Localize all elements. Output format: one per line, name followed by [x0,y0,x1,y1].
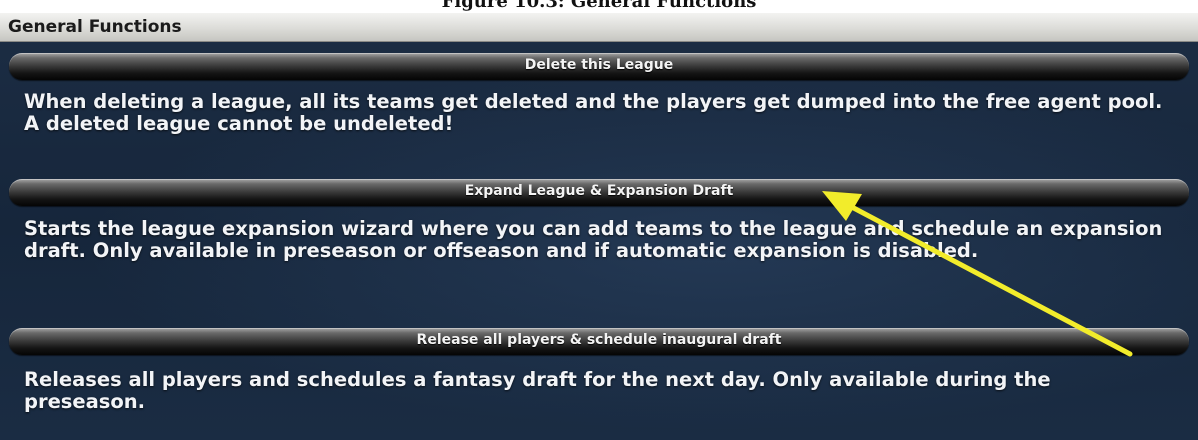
panel-title: General Functions [8,17,182,37]
expand-league-description: Starts the league expansion wizard where… [24,217,1163,262]
figure-caption-strip: Figure 10.3: General Functions [0,0,1198,13]
expand-league-button-label: Expand League & Expansion Draft [464,183,734,199]
delete-league-button-label: Delete this League [524,57,674,73]
expand-league-button[interactable]: Expand League & Expansion Draft [9,179,1189,206]
figure-caption: Figure 10.3: General Functions [441,0,757,12]
release-players-button[interactable]: Release all players & schedule inaugural… [9,328,1189,355]
release-players-description: Releases all players and schedules a fan… [24,368,1051,413]
general-functions-panel: General Functions Delete this League Whe… [0,13,1198,440]
release-players-button-label: Release all players & schedule inaugural… [416,332,782,348]
delete-league-description: When deleting a league, all its teams ge… [24,90,1163,135]
panel-titlebar: General Functions [0,13,1198,42]
delete-league-button[interactable]: Delete this League [9,53,1189,80]
